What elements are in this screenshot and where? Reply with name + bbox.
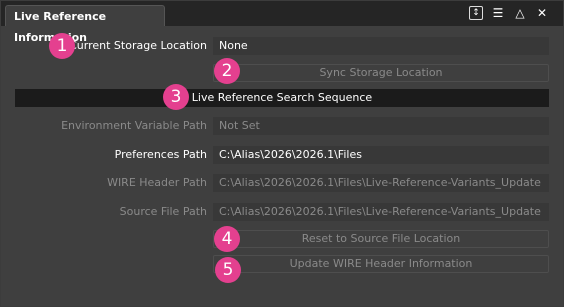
current-storage-label: Current Storage Location (69, 39, 207, 52)
search-sequence-header: Live Reference Search Sequence (15, 89, 549, 107)
title-icons: ↕ ☰ △ ✕ (469, 6, 549, 20)
reset-source-button[interactable]: Reset to Source File Location (213, 230, 549, 248)
live-reference-window: Live Reference Information ↕ ☰ △ ✕ Curre… (0, 0, 564, 307)
update-wire-header-button[interactable]: Update WIRE Header Information (213, 255, 549, 273)
callout-badge-3: 3 (163, 84, 189, 110)
window-tab[interactable]: Live Reference Information (5, 5, 165, 44)
source-file-row: Source File Path C:\Alias\2026\2026.1\Fi… (1, 203, 563, 221)
env-var-row: Environment Variable Path Not Set (1, 117, 563, 135)
wire-header-row: WIRE Header Path C:\Alias\2026\2026.1\Fi… (1, 174, 563, 192)
preferences-value: C:\Alias\2026\2026.1\Files (213, 146, 549, 164)
preferences-label: Preferences Path (114, 148, 207, 161)
current-storage-row: Current Storage Location None (1, 37, 563, 55)
triangle-icon[interactable]: △ (513, 6, 527, 20)
source-file-label: Source File Path (119, 205, 207, 218)
sync-storage-button[interactable]: Sync Storage Location (213, 64, 549, 82)
wire-header-label: WIRE Header Path (107, 176, 207, 189)
callout-badge-5: 5 (215, 257, 241, 283)
callout-badge-2: 2 (214, 58, 240, 84)
callout-badge-4: 4 (214, 226, 240, 252)
callout-badge-1: 1 (49, 33, 75, 59)
menu-icon[interactable]: ☰ (491, 6, 505, 20)
title-bar: Live Reference Information ↕ ☰ △ ✕ (1, 1, 563, 44)
close-icon[interactable]: ✕ (535, 6, 549, 20)
wire-header-value: C:\Alias\2026\2026.1\Files\Live-Referenc… (213, 174, 549, 192)
preferences-row: Preferences Path C:\Alias\2026\2026.1\Fi… (1, 146, 563, 164)
env-var-value: Not Set (213, 117, 549, 135)
env-var-label: Environment Variable Path (61, 119, 207, 132)
current-storage-value: None (213, 37, 549, 55)
source-file-value: C:\Alias\2026\2026.1\Files\Live-Referenc… (213, 203, 549, 221)
pin-icon[interactable]: ↕ (469, 6, 483, 20)
